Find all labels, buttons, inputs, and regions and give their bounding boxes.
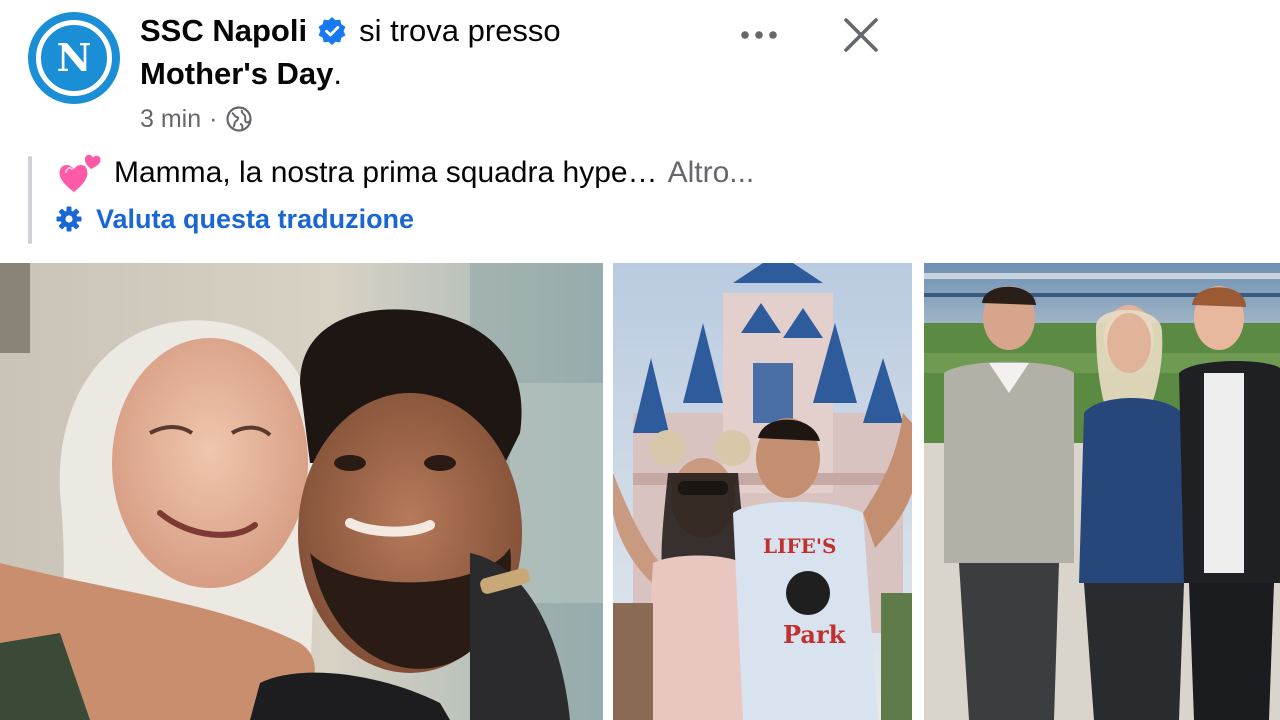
globe-icon[interactable]	[225, 105, 253, 133]
napoli-logo-icon: N	[36, 20, 112, 96]
page-name-link[interactable]: SSC Napoli	[140, 13, 307, 49]
rate-translation-link[interactable]: Valuta questa traduzione	[56, 198, 414, 240]
photo-stadium-family[interactable]	[924, 263, 1280, 720]
close-icon	[844, 18, 878, 52]
rate-translation-label: Valuta questa traduzione	[96, 203, 415, 234]
post-header: N SSC Napoli si trova presso Mother's Da…	[0, 0, 1280, 260]
title-suffix: si trova presso	[359, 13, 561, 48]
close-button[interactable]	[838, 12, 884, 58]
place-period: .	[333, 56, 343, 91]
more-options-icon	[741, 31, 777, 39]
place-link[interactable]: Mother's Day	[140, 56, 333, 91]
two-hearts-icon	[58, 152, 102, 194]
translation-quote-bar	[28, 156, 32, 244]
page-avatar[interactable]: N	[28, 12, 120, 104]
place-line: Mother's Day.	[140, 56, 342, 92]
post-title-line: SSC Napoli si trova presso	[140, 10, 561, 52]
meta-separator: ·	[209, 104, 218, 133]
svg-text:Park: Park	[783, 620, 847, 649]
gear-icon	[56, 206, 82, 232]
photo-mother-son-embrace[interactable]	[0, 263, 603, 720]
caption-text: Mamma, la nostra prima squadra hype…	[114, 156, 658, 189]
more-options-button[interactable]	[736, 18, 782, 52]
post-caption: Mamma, la nostra prima squadra hype… Alt…	[58, 150, 754, 196]
post-time[interactable]: 3 min	[140, 105, 201, 134]
see-more-link[interactable]: Altro...	[668, 156, 755, 190]
post-meta: 3 min ·	[140, 102, 253, 136]
svg-text:LIFE'S: LIFE'S	[763, 534, 836, 558]
avatar-letter: N	[56, 35, 92, 80]
verified-badge-icon	[317, 16, 347, 46]
photo-castle-mother-son[interactable]: LIFE'S Park	[613, 263, 912, 720]
